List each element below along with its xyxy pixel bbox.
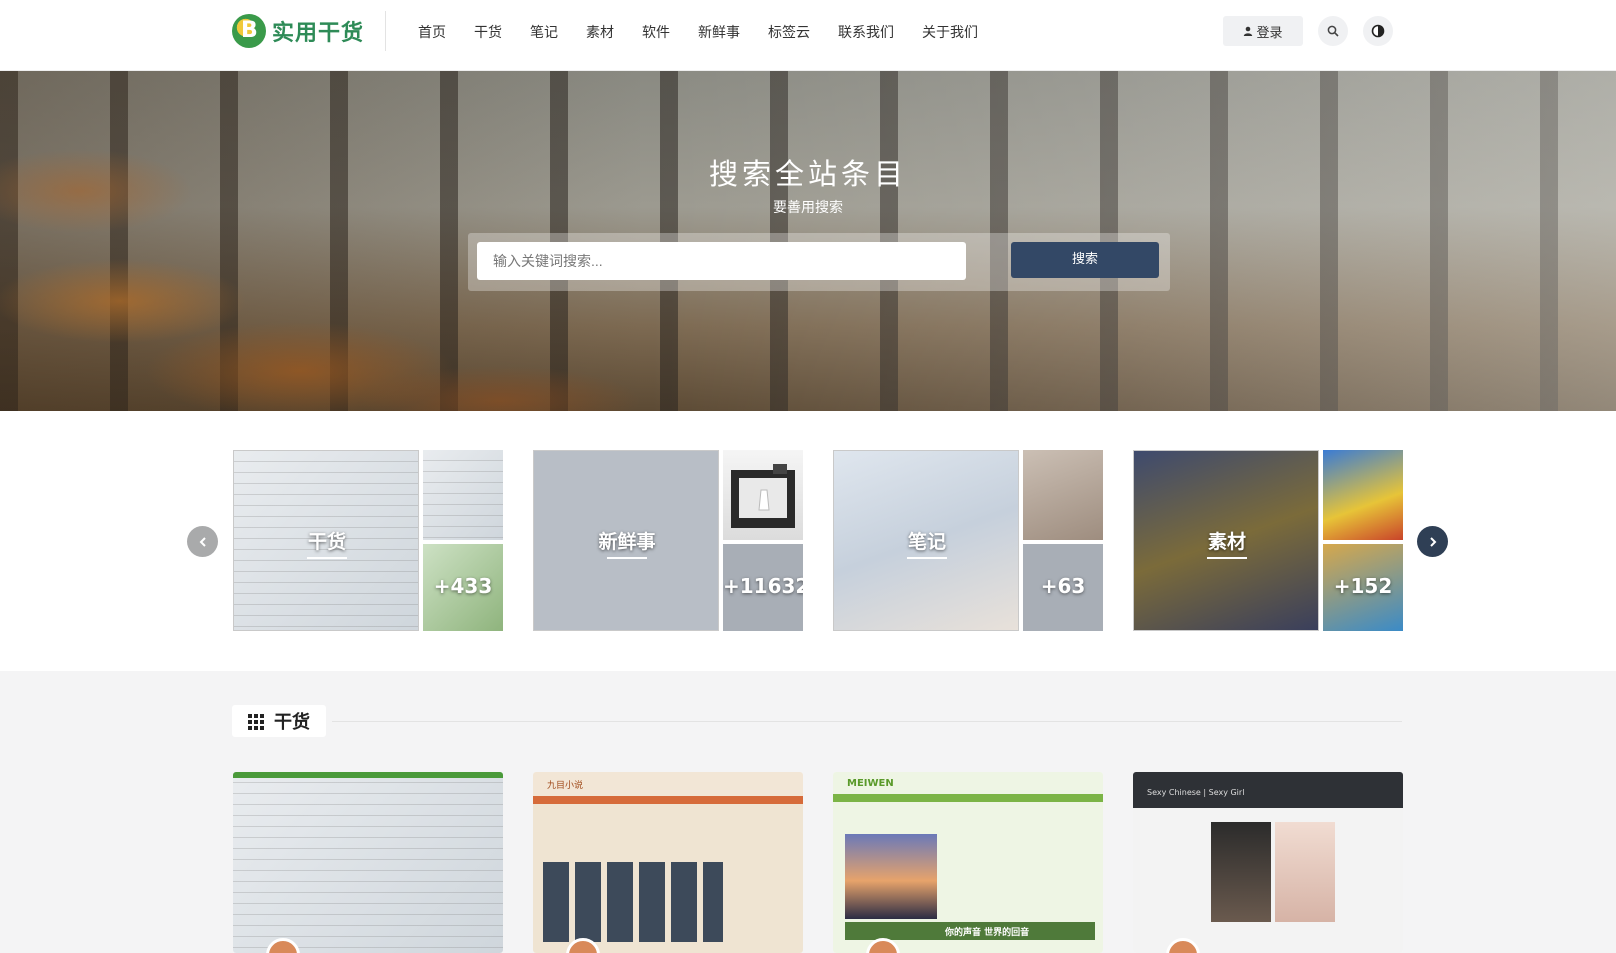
category-card-materials[interactable]: 素材 +152 <box>1133 450 1403 631</box>
category-thumb: +63 <box>1023 544 1103 631</box>
category-main-image: 干货 <box>233 450 419 631</box>
category-name: 素材 <box>1134 527 1318 559</box>
thumb-header-bar <box>533 796 803 804</box>
site-logo[interactable]: 实用干货 <box>232 14 364 48</box>
carousel-prev-button[interactable] <box>187 526 218 557</box>
search-button[interactable]: 搜索 <box>1011 242 1159 278</box>
search-input[interactable] <box>477 242 966 280</box>
nav-item-tag-cloud[interactable]: 标签云 <box>768 22 810 42</box>
category-thumb: +11632 <box>723 544 803 631</box>
nav-item-software[interactable]: 软件 <box>642 22 670 42</box>
post-thumbnail: 九目小说 <box>533 772 803 953</box>
post-thumbnail: Sexy Chinese | Sexy Girl <box>1133 772 1403 953</box>
hero-subtitle: 要善用搜索 <box>773 200 843 216</box>
thumb-header-bar <box>833 794 1103 802</box>
post-card[interactable]: Sexy Chinese | Sexy Girl <box>1133 772 1403 953</box>
nav-item-news[interactable]: 新鲜事 <box>698 22 740 42</box>
grid-icon <box>248 714 264 730</box>
main-nav: 首页 干货 笔记 素材 软件 新鲜事 标签云 联系我们 关于我们 <box>418 0 1006 64</box>
category-card-notes[interactable]: 笔记 +63 <box>833 450 1103 631</box>
nav-item-notes[interactable]: 笔记 <box>530 22 558 42</box>
post-thumbnail <box>233 772 503 953</box>
3d-printer-image <box>731 464 795 528</box>
thumb-site-name: Sexy Chinese | Sexy Girl <box>1147 788 1245 797</box>
thumb-banner-text: 你的声音 世界的回音 <box>945 928 1030 938</box>
chevron-left-icon <box>199 536 206 547</box>
thumb-site-name: 九目小说 <box>547 781 584 791</box>
carousel-next-button[interactable] <box>1417 526 1448 557</box>
category-count: +63 <box>1040 574 1086 598</box>
category-thumb <box>423 450 503 540</box>
section-title: 干货 <box>274 712 310 733</box>
hero-title: 搜索全站条目 <box>708 157 907 191</box>
category-carousel: 干货 +433 新鲜事 +11632 笔记 +63 素材 +152 <box>0 411 1616 671</box>
nav-item-home[interactable]: 首页 <box>418 22 446 42</box>
login-button[interactable]: 登录 <box>1223 16 1303 46</box>
search-box: 搜索 <box>468 233 1170 291</box>
category-count: +152 <box>1333 574 1393 598</box>
search-icon <box>1327 25 1339 37</box>
theme-toggle-button[interactable] <box>1363 16 1393 46</box>
post-card[interactable]: MEIWEN 你的声音 世界的回音 <box>833 772 1103 953</box>
category-count: +433 <box>433 574 493 598</box>
hero-banner: 搜索全站条目 要善用搜索 搜索 <box>0 71 1616 411</box>
nav-item-ganhuo[interactable]: 干货 <box>474 22 502 42</box>
category-count: +11632 <box>723 574 803 598</box>
site-header: 实用干货 首页 干货 笔记 素材 软件 新鲜事 标签云 联系我们 关于我们 登录 <box>0 0 1616 71</box>
thumb-header-bar <box>233 772 503 778</box>
nav-item-materials[interactable]: 素材 <box>586 22 614 42</box>
section-divider <box>332 721 1402 722</box>
category-card-ganhuo[interactable]: 干货 +433 <box>233 450 503 631</box>
book-covers <box>543 862 723 942</box>
post-thumbnail: MEIWEN 你的声音 世界的回音 <box>833 772 1103 953</box>
header-divider <box>385 11 386 51</box>
nav-item-about[interactable]: 关于我们 <box>922 22 978 42</box>
dark-mode-icon <box>1371 24 1385 38</box>
category-thumb <box>723 450 803 540</box>
thumb-site-logo: MEIWEN <box>847 778 894 789</box>
sunset-image <box>845 834 937 919</box>
chevron-right-icon <box>1429 536 1436 547</box>
user-icon <box>1244 26 1253 36</box>
brand-name: 实用干货 <box>272 21 365 46</box>
logo-icon <box>232 14 266 48</box>
post-card[interactable]: 九目小说 <box>533 772 803 953</box>
category-main-image: 新鲜事 <box>533 450 719 631</box>
post-card[interactable] <box>233 772 503 953</box>
category-name: 干货 <box>234 527 418 559</box>
login-label: 登录 <box>1256 25 1283 41</box>
category-name: 笔记 <box>834 527 1018 559</box>
category-thumb: +433 <box>423 544 503 631</box>
photo-thumb <box>1211 822 1271 922</box>
category-main-image: 笔记 <box>833 450 1019 631</box>
nav-item-contact[interactable]: 联系我们 <box>838 22 894 42</box>
photo-thumb <box>1275 822 1335 922</box>
category-card-news[interactable]: 新鲜事 +11632 <box>533 450 803 631</box>
category-main-image: 素材 <box>1133 450 1319 631</box>
category-name: 新鲜事 <box>534 527 718 559</box>
category-thumb <box>1023 450 1103 540</box>
section-heading: 干货 <box>232 705 326 737</box>
category-thumb <box>1323 450 1403 540</box>
search-toggle-button[interactable] <box>1318 16 1348 46</box>
category-thumb: +152 <box>1323 544 1403 631</box>
